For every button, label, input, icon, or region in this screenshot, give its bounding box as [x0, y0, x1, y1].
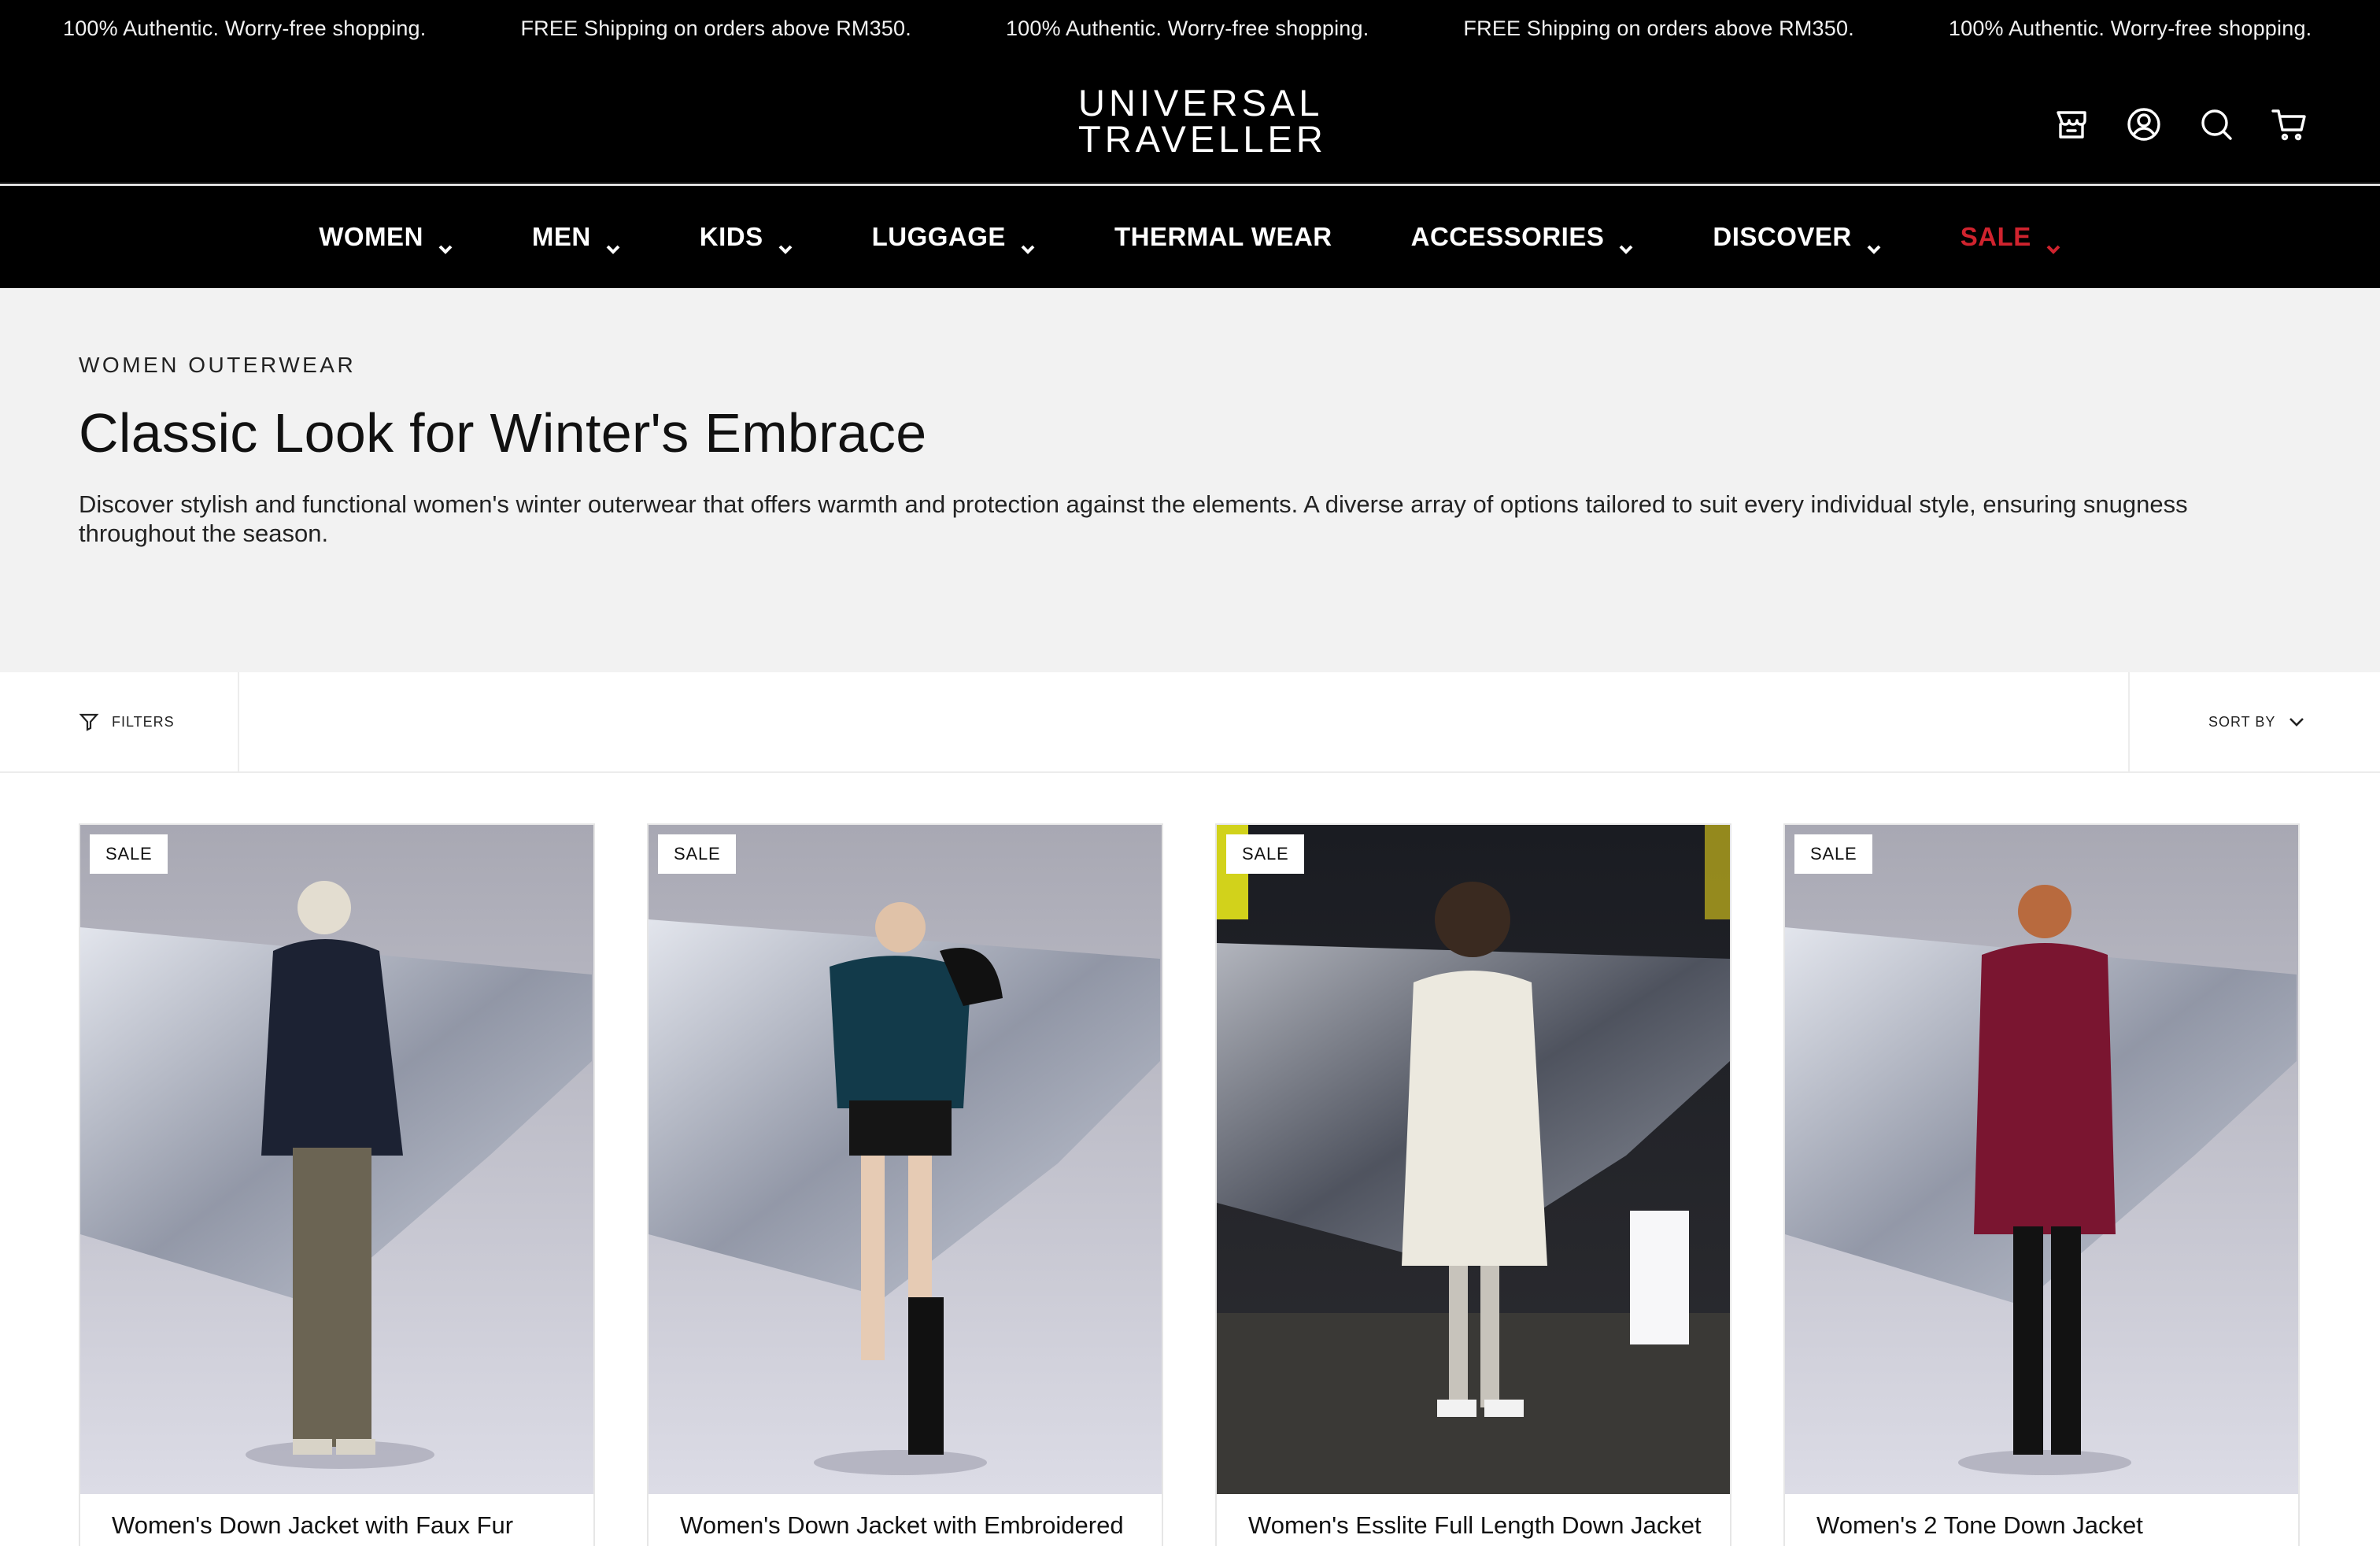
announcement-message: FREE Shipping on orders above RM350. [520, 16, 911, 40]
header-icons [2053, 105, 2308, 143]
page-title: Classic Look for Winter's Embrace [79, 402, 927, 464]
nav-item-sale[interactable]: SALE [1921, 186, 2101, 288]
nav-item-men[interactable]: MEN [493, 186, 660, 288]
product-name[interactable]: Women's 2 Tone Down Jacket [1816, 1511, 2143, 1540]
site-header: UNIVERSAL TRAVELLER [0, 57, 2380, 184]
nav-item-women[interactable]: WOMEN [279, 186, 493, 288]
announcement-message: 100% Authentic. Worry-free shopping. [1005, 16, 1369, 40]
chevron-down-icon [1866, 231, 1882, 254]
product-name[interactable]: Women's Esslite Full Length Down Jacket [1248, 1511, 1702, 1540]
search-icon[interactable] [2197, 105, 2235, 143]
sale-badge: SALE [90, 834, 168, 874]
announcement-message: 100% Authentic. Worry-free shopping. [1948, 16, 2312, 40]
sort-by-dropdown[interactable]: SORT BY [2128, 672, 2380, 771]
filter-icon [79, 713, 99, 731]
product-card[interactable]: SALE Women's Esslite Full Length Down Ja… [1215, 823, 1731, 1546]
chevron-down-icon [605, 231, 621, 254]
nav-item-thermal-wear[interactable]: THERMAL WEAR [1075, 186, 1372, 288]
product-photo [1217, 825, 1730, 1494]
cart-icon[interactable] [2270, 105, 2308, 143]
chevron-down-icon [1020, 231, 1036, 254]
nav-label: ACCESSORIES [1410, 222, 1605, 251]
sale-badge: SALE [1794, 834, 1873, 874]
nav-label: MEN [531, 222, 591, 251]
sale-badge: SALE [1226, 834, 1305, 874]
store-icon[interactable] [2053, 105, 2090, 143]
filters-label: FILTERS [112, 713, 175, 730]
product-card[interactable]: SALE Women's 2 Tone Down Jacket [1783, 823, 2300, 1546]
sale-badge: SALE [658, 834, 737, 874]
nav-item-kids[interactable]: KIDS [660, 186, 833, 288]
main-navigation: WOMEN MEN KIDS LUGGAGE THERMAL WEAR ACCE… [0, 186, 2380, 288]
nav-label: SALE [1960, 222, 2031, 251]
logo-line-2: TRAVELLER [1078, 118, 1327, 160]
nav-label: WOMEN [319, 222, 423, 251]
chevron-down-icon [2046, 231, 2061, 254]
chevron-down-icon [778, 231, 793, 254]
product-photo [1785, 825, 2298, 1494]
product-photo [649, 825, 1162, 1494]
nav-label: THERMAL WEAR [1114, 222, 1332, 251]
sort-by-label: SORT BY [2208, 713, 2276, 730]
product-photo [80, 825, 593, 1494]
logo-line-1: UNIVERSAL [1078, 82, 1324, 124]
nav-item-luggage[interactable]: LUGGAGE [833, 186, 1075, 288]
nav-item-discover[interactable]: DISCOVER [1673, 186, 1920, 288]
announcement-message: FREE Shipping on orders above RM350. [1463, 16, 1854, 40]
product-image[interactable] [80, 825, 593, 1494]
collection-description: Discover stylish and functional women's … [79, 490, 2188, 547]
announcement-message: 100% Authentic. Worry-free shopping. [63, 16, 427, 40]
product-card[interactable]: SALE Women's Down Jacket with Faux Fur [79, 823, 595, 1546]
product-name[interactable]: Women's Down Jacket with Embroidered [680, 1511, 1124, 1540]
nav-label: DISCOVER [1713, 222, 1852, 251]
chevron-down-icon [1618, 231, 1634, 254]
product-image[interactable] [649, 825, 1162, 1494]
announcement-bar: 100% Authentic. Worry-free shopping. FRE… [0, 0, 2380, 57]
nav-label: LUGGAGE [871, 222, 1006, 251]
nav-label: KIDS [699, 222, 763, 251]
site-logo[interactable]: UNIVERSAL TRAVELLER [1078, 82, 1327, 160]
announcement-track: 100% Authentic. Worry-free shopping. FRE… [63, 0, 2380, 57]
product-name[interactable]: Women's Down Jacket with Faux Fur [112, 1511, 513, 1540]
product-image[interactable] [1217, 825, 1730, 1494]
account-icon[interactable] [2125, 105, 2163, 143]
collection-toolbar: FILTERS SORT BY [0, 672, 2380, 773]
chevron-down-icon [2289, 718, 2304, 727]
chevron-down-icon [438, 231, 453, 254]
collection-hero: WOMEN OUTERWEAR Classic Look for Winter'… [0, 288, 2380, 672]
product-grid: SALE Women's Down Jacket with Faux Fur S… [79, 823, 2301, 1546]
nav-item-accessories[interactable]: ACCESSORIES [1372, 186, 1674, 288]
filters-button[interactable]: FILTERS [0, 672, 239, 771]
product-image[interactable] [1785, 825, 2298, 1494]
collection-eyebrow: WOMEN OUTERWEAR [79, 353, 357, 377]
product-card[interactable]: SALE Women's Down Jacket with Embroidere… [647, 823, 1163, 1546]
